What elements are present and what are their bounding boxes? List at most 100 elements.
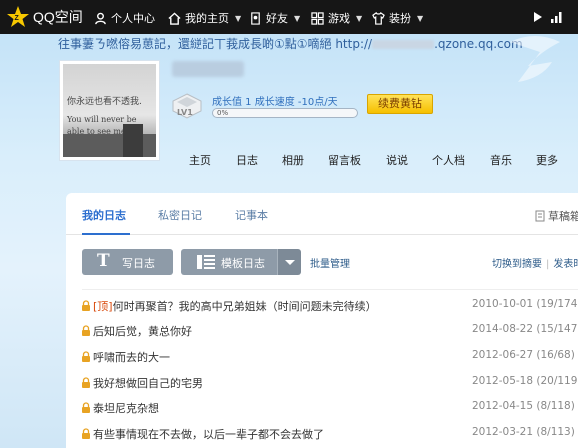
growth-info: 成长值 1 成长速度 -10点/天 [212,97,338,108]
main-nav-more[interactable]: 更多 [536,152,558,168]
avatar-caption-cn: 你永远也看不透我. [67,97,142,107]
lock-icon [82,377,90,388]
tab-my-blog[interactable]: 我的日志 [82,207,126,223]
list-item-title[interactable]: 有些事情现在不去做，以后一辈子都不会去做了 [93,426,324,442]
growth-progress-bar [212,108,358,118]
friends-icon [251,11,260,25]
list-item-stats: (16/68) [536,349,575,361]
list-item-title[interactable]: 呼啸而去的大一 [93,349,170,365]
space-motto: 往事萋ㄋ嘫傛易葸記，還縌記丅莪成長啲①點①嘀絕 http://.qzone.qq… [58,35,523,52]
list-item-meta: 2014-08-22 (15/147) [472,323,578,335]
text-t-icon: T [97,251,110,271]
main-nav-shuoshuo[interactable]: 说说 [386,152,408,168]
list-item[interactable]: [顶]何时再聚首？我的高中兄弟姐妹（时间问题未完待续） 2010-10-01 (1… [81,297,578,315]
lock-icon [82,300,90,311]
nav-label: 好友 [266,12,288,25]
nav-label: 个人中心 [111,12,155,25]
switch-to-summary-link[interactable]: 切换到摘要 [492,259,542,270]
template-blog-button[interactable]: 模板日志 [181,249,277,275]
list-item-meta: 2012-03-21 (8/113) [472,426,575,438]
list-item-title-text: 泰坦尼克杂想 [93,402,159,415]
list-item-title[interactable]: [顶]何时再聚首？我的高中兄弟姐妹（时间问题未完待续） [93,298,377,314]
svg-text:Z: Z [15,15,20,22]
tab-private-diary[interactable]: 私密日记 [158,207,202,223]
list-item-date: 2014-08-22 [472,323,534,335]
list-item-stats: (8/118) [536,400,575,412]
template-blog-label: 模板日志 [221,257,265,270]
main-nav-blog[interactable]: 日志 [236,152,258,168]
list-item-date: 2012-04-15 [472,400,534,412]
sort-by-publish-link[interactable]: 发表时 [553,259,578,270]
chevron-down-icon: ▼ [235,13,242,23]
lock-icon [82,402,90,413]
template-dropdown-button[interactable] [277,249,301,275]
list-item-stats: (19/174) [536,298,578,310]
renew-yellow-diamond-button[interactable]: 续费黄钻 [367,94,433,114]
level-label: LV1 [177,108,193,117]
nav-personal-center[interactable]: 个人中心 [94,9,155,27]
list-item-date: 2012-05-18 [472,375,534,387]
nav-label: 装扮 [389,12,411,25]
nav-decorate[interactable]: 装扮 ▼ [372,9,423,27]
main-nav: 主页 日志 相册 留言板 说说 个人档 音乐 更多 [0,152,578,168]
list-item[interactable]: 后知后觉，黄总你好 2014-08-22 (15/147) [81,322,578,340]
view-options: 切换到摘要 |发表时 [492,255,578,270]
list-item-title-text: 我好想做回自己的宅男 [93,377,203,390]
list-item-stats: (8/113) [536,426,575,438]
list-item-date: 2010-10-01 [472,298,534,310]
list-item-title[interactable]: 我好想做回自己的宅男 [93,375,203,391]
redacted-qq-number [372,40,435,49]
active-tab-indicator [82,233,130,235]
brand-name: QQ空间 [33,9,83,25]
avatar-image: 你永远也看不透我. You will never be able to see … [63,64,156,157]
list-item-title-text: 后知后觉，黄总你好 [93,325,192,338]
signal-icon[interactable] [550,10,564,24]
batch-manage-link[interactable]: 批量管理 [310,255,350,270]
main-nav-profile[interactable]: 个人档 [432,152,465,168]
main-nav-music[interactable]: 音乐 [490,152,512,168]
list-item[interactable]: 泰坦尼克杂想 2012-04-15 (8/118) [81,399,578,417]
avatar[interactable]: 你永远也看不透我. You will never be able to see … [59,60,160,161]
list-item-stats: (15/147) [536,323,578,335]
list-item-title[interactable]: 泰坦尼克杂想 [93,400,159,416]
qzone-logo[interactable]: Z QQ空间 [6,4,83,30]
main-nav-album[interactable]: 相册 [282,152,304,168]
list-divider [82,289,578,290]
list-item-stats: (20/119) [536,375,578,387]
drafts-link[interactable]: 草稿箱 [535,208,578,224]
redacted-username [172,61,244,77]
list-item[interactable]: 我好想做回自己的宅男 2012-05-18 (20/119) [81,374,578,392]
nav-my-home[interactable]: 我的主页 ▼ [168,9,241,27]
lock-icon [82,428,90,439]
list-item[interactable]: 有些事情现在不去做，以后一辈子都不会去做了 2012-03-21 (8/113) [81,425,578,443]
list-item-meta: 2012-04-15 (8/118) [472,400,575,412]
motto-text: 往事萋ㄋ嘫傛易葸記，還縌記丅莪成長啲①點①嘀絕 http:// [58,37,373,51]
blog-tabs: 我的日志 私密日记 记事本 草稿箱 [66,193,578,235]
list-item-meta: 2012-06-27 (16/68) [472,349,575,361]
blog-panel: 我的日志 私密日记 记事本 草稿箱 T 写日志 模板日志 批量管理 切换到摘要 |… [66,193,578,448]
list-item-date: 2012-06-27 [472,349,534,361]
main-nav-home[interactable]: 主页 [189,152,211,168]
nav-friends[interactable]: 好友 ▼ [249,9,300,27]
main-nav-guestbook[interactable]: 留言板 [328,152,361,168]
grid-icon [311,11,324,25]
list-item-title-text: 何时再聚首？我的高中兄弟姐妹（时间问题未完待续） [112,300,377,313]
play-icon[interactable] [533,10,543,24]
pinned-tag: [顶] [93,300,113,313]
list-item-meta: 2010-10-01 (19/174) [472,298,578,310]
star-logo-icon: Z [7,6,29,27]
link-separator: | [546,259,550,270]
write-blog-button[interactable]: T 写日志 [82,249,173,275]
tab-notebook[interactable]: 记事本 [235,207,268,223]
list-item[interactable]: 呼啸而去的大一 2012-06-27 (16/68) [81,348,578,366]
document-icon [535,210,545,222]
list-item-meta: 2012-05-18 (20/119) [472,375,578,387]
home-icon [168,11,181,25]
nav-games[interactable]: 游戏 ▼ [311,9,362,27]
lock-icon [82,325,90,336]
top-bar: Z QQ空间 个人中心 我的主页 ▼ 好友 ▼ 游戏 ▼ 装扮 ▼ [0,0,578,34]
lock-icon [82,351,90,362]
list-item-title-text: 有些事情现在不去做，以后一辈子都不会去做了 [93,428,324,441]
chevron-down-icon: ▼ [417,13,424,23]
list-item-title[interactable]: 后知后觉，黄总你好 [93,323,192,339]
